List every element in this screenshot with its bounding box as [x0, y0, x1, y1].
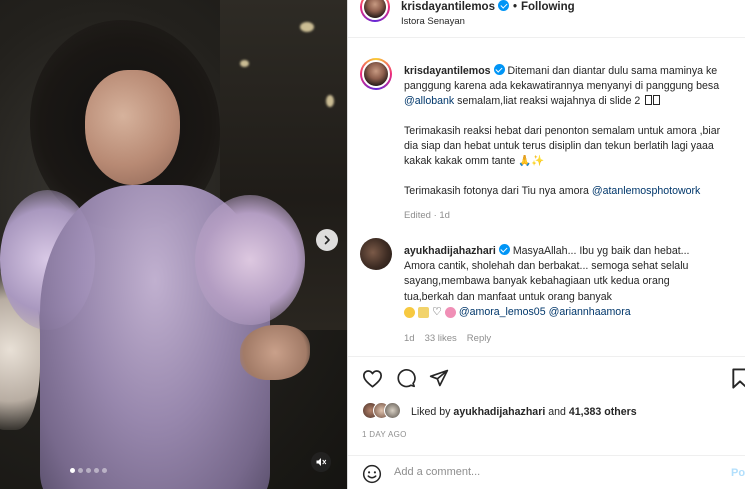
caption-line: Ditemani dan diantar dulu sama maminya k… [507, 65, 718, 77]
caption-meta: Edited · 1d [404, 210, 450, 221]
share-button[interactable] [427, 366, 451, 390]
caption-username[interactable]: krisdayantilemos [404, 65, 491, 77]
background-light [300, 22, 314, 32]
comment-line: MasyaAllah... Ibu yg baik dan hebat... [512, 245, 690, 257]
emoji-icon [404, 306, 415, 318]
like-button[interactable] [360, 366, 384, 390]
post-media[interactable] [0, 0, 347, 489]
next-arrow-icon [324, 235, 330, 245]
post-comment-button[interactable]: Post [731, 467, 745, 479]
background-light [326, 95, 334, 107]
save-button[interactable] [728, 366, 745, 390]
carousel-dot [94, 468, 99, 473]
post-date[interactable]: 1 DAY AGO [362, 430, 407, 439]
reply-button[interactable]: Reply [467, 333, 491, 344]
post-header: krisdayantilemos • Following Istora Senaya… [348, 0, 745, 38]
hand [240, 325, 310, 380]
carousel-dot [78, 468, 83, 473]
avatar[interactable] [360, 0, 390, 22]
caption-line: Terimakasih reaksi hebat dari penonton s… [404, 125, 721, 137]
liker-avatars[interactable] [362, 402, 401, 419]
likes-and: and [548, 406, 566, 418]
caption-line: Terimakasih fotonya dari Tiu nya amora [404, 185, 589, 197]
likes-prefix: Liked by [411, 406, 451, 418]
mute-button[interactable] [311, 452, 331, 472]
carousel-dot [70, 468, 75, 473]
comment-line: Amora cantik, sholehah dan berbakat... s… [404, 260, 689, 273]
caption-line: semalam,liat reaksi wajahnya di slide 2 [457, 95, 644, 107]
emoji-icon [418, 306, 429, 318]
carousel-dot [86, 468, 91, 473]
share-icon [429, 369, 449, 387]
post-panel: krisdayantilemos • Following Istora Senaya… [347, 0, 745, 489]
verified-icon [498, 244, 510, 255]
heart-icon [362, 369, 382, 388]
mute-icon [316, 458, 327, 466]
comment-meta: 1d 33 likes Reply [404, 333, 491, 344]
header-separator: • [512, 1, 517, 13]
verified-icon [497, 0, 509, 11]
comment-line: tua,berkah dan manfaat untuk orang banya… [404, 290, 612, 303]
mention-link[interactable]: @atanlemosphotowork [592, 185, 701, 197]
mention-link[interactable]: @ariannhaamora [549, 305, 631, 320]
comment-item: ayukhadijahazhari MasyaAllah... Ibu yg b… [404, 244, 745, 320]
mention-link[interactable]: @amora_lemos05 [459, 305, 546, 320]
comment-emoji-row: ♡ @amora_lemos05 @ariannhaamora [404, 305, 745, 320]
edited-label: Edited [404, 210, 431, 221]
likes-others-link[interactable]: 41,383 others [569, 406, 637, 418]
avatar[interactable] [360, 58, 392, 90]
caption-line: kakak kakak omm tante 🙏✨ [404, 155, 545, 167]
heart-outline-icon: ♡ [432, 305, 442, 318]
verified-icon [493, 64, 505, 75]
header-username[interactable]: krisdayantilemos [401, 1, 495, 13]
location-link[interactable]: Istora Senayan [401, 16, 465, 27]
actions-divider [348, 356, 745, 357]
comment-input[interactable] [394, 466, 714, 478]
caption-line: dia siap dan hebat untuk terus disiplin … [404, 140, 714, 152]
carousel-dot [102, 468, 107, 473]
next-slide-button[interactable] [316, 229, 338, 251]
caption-line: panggung karena ada kekawatirannya menya… [404, 80, 720, 92]
avatar[interactable] [360, 238, 392, 270]
comment-button[interactable] [394, 366, 418, 390]
avatar [384, 402, 401, 419]
smile-icon[interactable] [362, 464, 382, 484]
comment-age[interactable]: 1d [404, 333, 415, 344]
post-caption: krisdayantilemos Ditemani dan diantar du… [404, 64, 745, 199]
subject-face [85, 70, 180, 185]
bookmark-icon [732, 367, 745, 389]
following-button[interactable]: Following [521, 1, 575, 13]
comment-line: sayang,membawa banyak kebahagiaan utk ke… [404, 275, 670, 288]
carousel-indicator [70, 468, 107, 473]
background-light [240, 60, 249, 67]
emoji-placeholder [653, 95, 661, 105]
add-comment-bar: Post [348, 455, 745, 489]
comment-username[interactable]: ayukhadijahazhari [404, 245, 496, 257]
comment-icon [397, 369, 416, 388]
caption-age[interactable]: 1d [439, 210, 450, 221]
liker-username[interactable]: ayukhadijahazhari [453, 406, 545, 418]
emoji-placeholder [645, 95, 653, 105]
subject-sleeve-right [195, 195, 305, 325]
comment-likes[interactable]: 33 likes [425, 333, 457, 344]
mention-link[interactable]: @allobank [404, 95, 454, 107]
likes-summary: Liked by ayukhadijahazhari and 41,383 ot… [411, 406, 637, 418]
emoji-icon [444, 306, 456, 318]
header-user-line: krisdayantilemos • Following [401, 0, 575, 13]
